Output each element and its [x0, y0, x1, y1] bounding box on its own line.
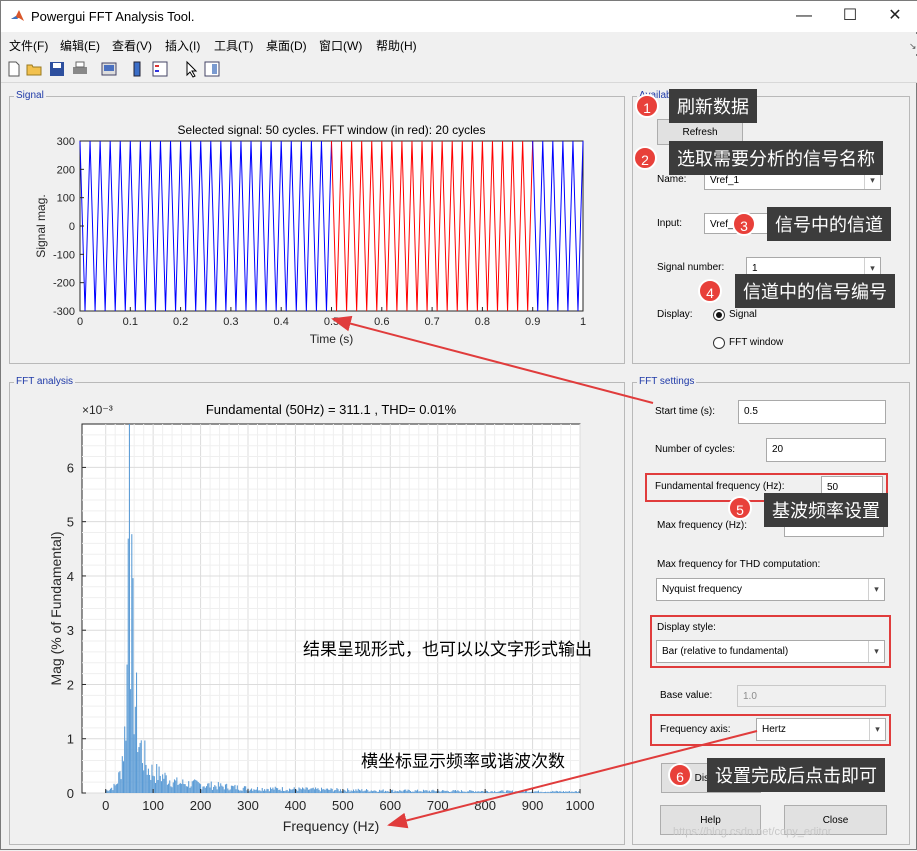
- callout-4: 信道中的信号编号: [735, 274, 895, 308]
- callout-6: 设置完成后点击即可: [707, 758, 885, 792]
- callout-1: 刷新数据: [669, 89, 757, 123]
- frequency-axis-arrow: [387, 730, 758, 829]
- fft-tool-window: Powergui FFT Analysis Tool. — ☐ ✕ 文件(F) …: [0, 0, 917, 850]
- callout-2: 选取需要分析的信号名称: [669, 141, 883, 175]
- callout-4-badge: 4: [698, 279, 722, 303]
- callout-2-badge: 2: [633, 146, 657, 170]
- callout-6-badge: 6: [668, 763, 692, 787]
- callout-3: 信号中的信道: [767, 207, 891, 241]
- xaxis-note: 横坐标显示频率或谐波次数: [361, 752, 565, 771]
- watermark: https://blog.csdn.net/copy_editor: [673, 826, 832, 838]
- callout-1-badge: 1: [635, 94, 659, 118]
- callout-3-badge: 3: [732, 212, 756, 236]
- start-time-arrow: [331, 315, 654, 404]
- callout-5-badge: 5: [728, 496, 752, 520]
- annotation-arrows: [331, 315, 758, 829]
- display-style-note: 结果呈现形式，也可以以文字形式输出: [303, 640, 592, 659]
- callout-5: 基波频率设置: [764, 493, 888, 527]
